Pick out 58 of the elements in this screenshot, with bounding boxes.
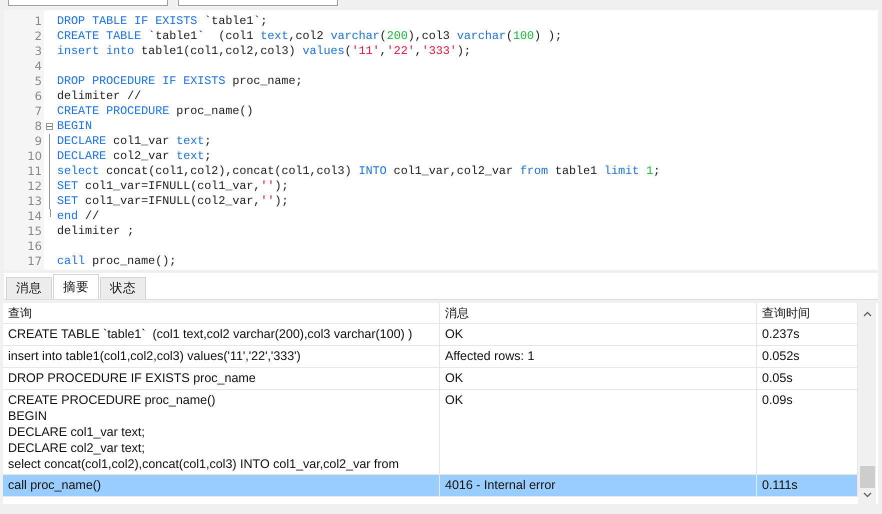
- line-number: 6: [34, 89, 43, 104]
- table-cell: 4016 - Internal error: [440, 475, 757, 496]
- collapse-icon[interactable]: [46, 123, 52, 130]
- code-line: CREATE TABLE `table1` (col1 text,col2 varchar(200),col3 varchar(100) );: [57, 29, 564, 44]
- fold-end-line: [50, 209, 51, 217]
- code-line: DROP PROCEDURE IF EXISTS proc_name;: [57, 74, 304, 89]
- table-row[interactable]: insert into table1(col1,col2,col3) values('11','22','333') Affected rows: 1 0.052s: [3, 346, 858, 368]
- table-cell: OK: [440, 368, 757, 389]
- table-cell: call proc_name(): [3, 475, 440, 496]
- line-number: 3: [34, 44, 43, 59]
- line-number: 9: [34, 134, 43, 149]
- column-header[interactable]: 查询: [3, 303, 440, 323]
- line-number: 14: [26, 209, 43, 224]
- line-number: 7: [34, 104, 43, 119]
- table-row[interactable]: CREATE PROCEDURE proc_name() BEGIN DECLARE col1_var text; DECLARE col2_var text; select concat(col1,col2),concat(col1,col3) INTO col1_var,col2_var from OK 0.09s: [3, 390, 858, 475]
- line-number: 5: [34, 74, 43, 89]
- tab[interactable]: 摘要: [53, 274, 99, 299]
- table-row[interactable]: DROP PROCEDURE IF EXISTS proc_name OK 0.05s: [3, 368, 858, 390]
- code-line: call proc_name();: [57, 254, 178, 269]
- code-line: delimiter ;: [57, 224, 136, 239]
- line-number: 11: [26, 164, 43, 179]
- table-cell: CREATE PROCEDURE proc_name() BEGIN DECLARE col1_var text; DECLARE col2_var text; select concat(col1,col2),concat(col1,col3) INTO col1_var,col2_var from: [3, 390, 440, 474]
- toolbar-button[interactable]: [8, 0, 168, 6]
- code-line: SET col1_var=IFNULL(col2_var,'');: [57, 194, 290, 209]
- line-number: 1: [34, 14, 43, 29]
- code-line: SET col1_var=IFNULL(col1_var,'');: [57, 179, 290, 194]
- line-number: 4: [34, 59, 43, 74]
- code-line: select concat(col1,col2),concat(col1,col3) INTO col1_var,col2_var from table1 limit 1;: [57, 164, 662, 179]
- column-header[interactable]: 消息: [440, 303, 757, 323]
- code-line: CREATE PROCEDURE proc_name(): [57, 104, 254, 119]
- table-row[interactable]: CREATE TABLE `table1` (col1 text,col2 varchar(200),col3 varchar(100) ) OK 0.237s: [3, 324, 858, 346]
- line-number: 17: [26, 254, 43, 269]
- table-cell: OK: [440, 324, 757, 345]
- line-number: 13: [26, 194, 43, 209]
- code-line: DECLARE col2_var text;: [57, 149, 212, 164]
- code-line: insert into table1(col1,col2,col3) values('11','22','333');: [57, 44, 472, 59]
- line-number: 12: [26, 179, 43, 194]
- table-cell: CREATE TABLE `table1` (col1 text,col2 varchar(200),col3 varchar(100) ): [3, 324, 440, 345]
- scrollbar[interactable]: [858, 303, 876, 504]
- code-line: DROP TABLE IF EXISTS `table1`;: [57, 14, 268, 29]
- code-line: DECLARE col1_var text;: [57, 134, 212, 149]
- line-number: 2: [34, 29, 43, 44]
- tab[interactable]: 状态: [100, 277, 146, 299]
- line-number: 8: [34, 119, 43, 134]
- table-cell: DROP PROCEDURE IF EXISTS proc_name: [3, 368, 440, 389]
- table-row[interactable]: call proc_name() 4016 - Internal error 0.111s: [3, 475, 858, 497]
- scrollbar-thumb[interactable]: [860, 466, 874, 488]
- table-cell: OK: [440, 390, 757, 474]
- code-line: end //: [57, 209, 100, 224]
- toolbar-button[interactable]: [178, 0, 338, 6]
- line-number: 15: [26, 224, 43, 239]
- tab[interactable]: 消息: [6, 277, 52, 299]
- code-line: delimiter //: [57, 89, 142, 104]
- line-number: 16: [26, 239, 43, 254]
- line-number: 10: [26, 149, 43, 164]
- table-cell: Affected rows: 1: [440, 346, 757, 367]
- code-line: BEGIN: [57, 119, 94, 134]
- table-cell: insert into table1(col1,col2,col3) values('11','22','333'): [3, 346, 440, 367]
